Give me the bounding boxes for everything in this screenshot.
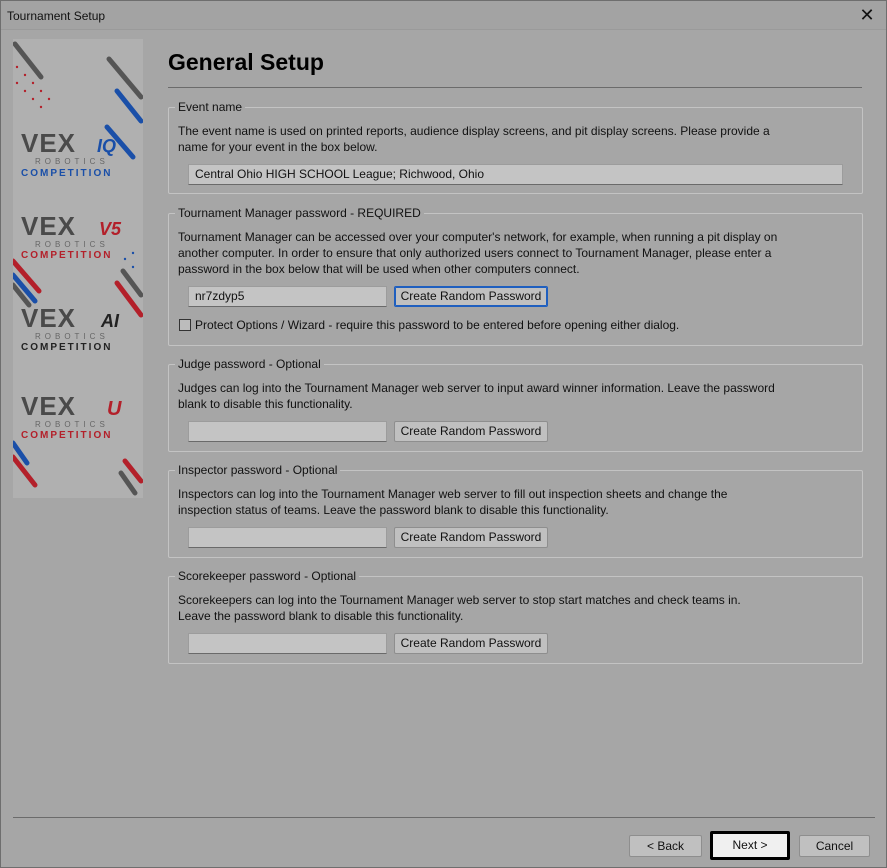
- svg-text:ROBOTICS: ROBOTICS: [35, 332, 109, 341]
- judge-password-group: Judge password - Optional Judges can log…: [168, 357, 863, 452]
- scorekeeper-password-legend: Scorekeeper password - Optional: [175, 569, 360, 583]
- footer-divider: [13, 817, 875, 818]
- vex-v5-logo: VEX V5 ROBOTICS COMPETITION: [21, 211, 122, 261]
- tm-password-legend: Tournament Manager password - REQUIRED: [175, 206, 424, 220]
- vex-ai-logo: VEX AI ROBOTICS COMPETITION: [21, 303, 120, 353]
- svg-text:COMPETITION: COMPETITION: [21, 250, 112, 261]
- svg-text:VEX: VEX: [21, 303, 76, 333]
- judge-password-description: Judges can log into the Tournament Manag…: [178, 381, 775, 411]
- back-button[interactable]: < Back: [629, 835, 702, 857]
- svg-text:AI: AI: [100, 311, 120, 331]
- inspector-password-description: Inspectors can log into the Tournament M…: [178, 487, 728, 517]
- cancel-button[interactable]: Cancel: [799, 835, 870, 857]
- svg-text:U: U: [107, 398, 122, 420]
- tm-password-description: Tournament Manager can be accessed over …: [178, 230, 778, 276]
- event-name-description: The event name is used on printed report…: [178, 124, 770, 154]
- vex-banner-image: VEX IQ ROBOTICS COMPETITION VEX V5 ROBOT…: [13, 39, 143, 498]
- tm-password-input[interactable]: nr7zdyp5: [188, 286, 387, 307]
- inspector-password-legend: Inspector password - Optional: [175, 463, 341, 477]
- judge-create-random-password-button[interactable]: Create Random Password: [394, 421, 548, 442]
- vex-iq-logo: VEX IQ ROBOTICS COMPETITION: [21, 128, 116, 179]
- svg-text:VEX: VEX: [21, 211, 76, 241]
- svg-text:ROBOTICS: ROBOTICS: [35, 157, 109, 166]
- scorekeeper-create-random-password-button[interactable]: Create Random Password: [394, 633, 548, 654]
- protect-options-label[interactable]: Protect Options / Wizard - require this …: [195, 318, 679, 332]
- window-title: Tournament Setup: [7, 9, 106, 23]
- event-name-legend: Event name: [175, 100, 246, 114]
- inspector-password-input[interactable]: [188, 527, 387, 548]
- vex-u-logo: VEX U ROBOTICS COMPETITION: [21, 391, 122, 441]
- close-icon[interactable]: ✕: [856, 4, 878, 26]
- protect-options-checkbox[interactable]: [179, 319, 191, 331]
- judge-password-legend: Judge password - Optional: [175, 357, 324, 371]
- title-bar: Tournament Setup ✕: [1, 1, 886, 30]
- inspector-create-random-password-button[interactable]: Create Random Password: [394, 527, 548, 548]
- next-button[interactable]: Next >: [710, 831, 790, 860]
- scorekeeper-password-input[interactable]: [188, 633, 387, 654]
- inspector-password-group: Inspector password - Optional Inspectors…: [168, 463, 863, 558]
- svg-text:ROBOTICS: ROBOTICS: [35, 420, 109, 429]
- page-title: General Setup: [168, 49, 324, 75]
- tm-password-group: Tournament Manager password - REQUIRED T…: [168, 206, 863, 346]
- svg-text:COMPETITION: COMPETITION: [21, 342, 112, 353]
- event-name-input[interactable]: Central Ohio HIGH SCHOOL League; Richwoo…: [188, 164, 843, 185]
- svg-text:COMPETITION: COMPETITION: [21, 430, 112, 441]
- svg-text:IQ: IQ: [97, 136, 116, 156]
- svg-text:VEX: VEX: [21, 391, 76, 421]
- event-name-group: Event name The event name is used on pri…: [168, 100, 863, 194]
- svg-text:COMPETITION: COMPETITION: [21, 168, 112, 179]
- title-divider: [168, 87, 862, 88]
- scorekeeper-password-group: Scorekeeper password - Optional Scorekee…: [168, 569, 863, 664]
- judge-password-input[interactable]: [188, 421, 387, 442]
- svg-text:V5: V5: [99, 219, 122, 239]
- tournament-setup-window: Tournament Setup ✕ VEX IQ ROBOTICS COMPE…: [0, 0, 887, 868]
- scorekeeper-password-description: Scorekeepers can log into the Tournament…: [178, 593, 741, 623]
- svg-text:VEX: VEX: [21, 128, 76, 158]
- tm-create-random-password-button[interactable]: Create Random Password: [394, 286, 548, 307]
- svg-text:ROBOTICS: ROBOTICS: [35, 240, 109, 249]
